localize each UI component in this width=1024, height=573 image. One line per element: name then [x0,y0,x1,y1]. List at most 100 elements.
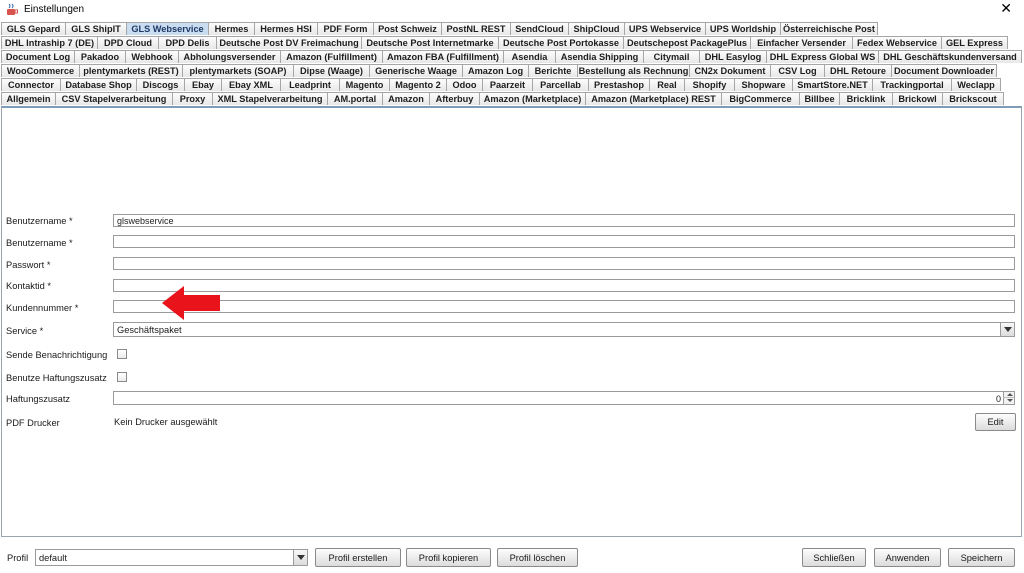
tab-am-portal[interactable]: AM.portal [327,92,383,105]
liability-spinner[interactable]: 0 [113,391,1015,405]
tab-postnl-rest[interactable]: PostNL REST [441,22,511,35]
tab-ebay[interactable]: Ebay [184,78,222,91]
tab-ups-webservice[interactable]: UPS Webservice [624,22,706,35]
tab-shopify[interactable]: Shopify [684,78,735,91]
tab-xml-stapelverarbeitung[interactable]: XML Stapelverarbeitung [212,92,328,105]
tab-hermes[interactable]: Hermes [208,22,255,35]
tab-parcellab[interactable]: Parcellab [532,78,589,91]
tab-dpd-delis[interactable]: DPD Delis [158,36,217,49]
tab-amazon-fulfillment[interactable]: Amazon (Fulfillment) [280,50,383,63]
delete-profile-button[interactable]: Profil löschen [497,548,578,567]
tab-shopware[interactable]: Shopware [734,78,793,91]
tab-woocommerce[interactable]: WooCommerce [1,64,80,77]
tab-amazon-fba[interactable]: Amazon FBA (Fulfillment) [382,50,504,63]
tab-leadprint[interactable]: Leadprint [280,78,340,91]
tab-generische-waage[interactable]: Generische Waage [369,64,463,77]
tab-berichte[interactable]: Berichte [528,64,578,77]
username-input[interactable]: glswebservice [113,214,1015,227]
tab-abholungsversender[interactable]: Abholungsversender [178,50,281,63]
tab-dp-internetmarke[interactable]: Deutsche Post Internetmarke [361,36,499,49]
tab-dpd-cloud[interactable]: DPD Cloud [97,36,159,49]
username2-input[interactable] [113,235,1015,248]
create-profile-button[interactable]: Profil erstellen [315,548,401,567]
copy-profile-button[interactable]: Profil kopieren [406,548,491,567]
tab-dp-packageplus[interactable]: Deutschepost PackagePlus [623,36,751,49]
tab-webhook[interactable]: Webhook [125,50,179,63]
tab-dp-dv-freimachung[interactable]: Deutsche Post DV Freimachung [216,36,362,49]
tab-einfacher-versender[interactable]: Einfacher Versender [750,36,853,49]
tab-amazon[interactable]: Amazon [382,92,430,105]
service-dropdown[interactable]: Geschäftspaket [113,322,1015,337]
spin-down-icon[interactable] [1003,398,1014,404]
tab-document-downloader[interactable]: Document Downloader [891,64,997,77]
tab-post-schweiz[interactable]: Post Schweiz [373,22,442,35]
tab-amazon-log[interactable]: Amazon Log [462,64,529,77]
tab-real[interactable]: Real [649,78,685,91]
tab-database-shop[interactable]: Database Shop [60,78,137,91]
tab-dhl-geschaeftskunden[interactable]: DHL Geschäftskundenversand [878,50,1022,63]
tab-sendcloud[interactable]: SendCloud [510,22,569,35]
tab-pdf-form[interactable]: PDF Form [317,22,374,35]
use-liability-checkbox[interactable] [117,372,127,382]
tab-odoo[interactable]: Odoo [446,78,483,91]
tab-shipcloud[interactable]: ShipCloud [568,22,625,35]
tab-dhl-easylog[interactable]: DHL Easylog [699,50,767,63]
password-input[interactable] [113,257,1015,270]
tab-magento-2[interactable]: Magento 2 [389,78,447,91]
tab-proxy[interactable]: Proxy [172,92,213,105]
send-notification-checkbox[interactable] [117,349,127,359]
tab-gls-webservice[interactable]: GLS Webservice [126,22,209,35]
tab-magento[interactable]: Magento [339,78,390,91]
tab-cn2x-dokument[interactable]: CN2x Dokument [689,64,771,77]
tab-csv-stapelverarbeitung[interactable]: CSV Stapelverarbeitung [55,92,173,105]
tab-ebay-xml[interactable]: Ebay XML [221,78,281,91]
tab-asendia-shipping[interactable]: Asendia Shipping [555,50,644,63]
tab-fedex-webservice[interactable]: Fedex Webservice [852,36,942,49]
tab-dp-portokasse[interactable]: Deutsche Post Portokasse [498,36,624,49]
tab-allgemein[interactable]: Allgemein [1,92,56,105]
tab-bestellung-als-rechnung[interactable]: Bestellung als Rechnung [577,64,690,77]
tab-dhl-intraship[interactable]: DHL Intraship 7 (DE) [1,36,98,49]
tab-plentymarkets-soap[interactable]: plentymarkets (SOAP) [182,64,294,77]
tab-document-log[interactable]: Document Log [1,50,75,63]
tab-connector[interactable]: Connector [1,78,61,91]
tab-dhl-express-global[interactable]: DHL Express Global WS [766,50,879,63]
tab-asendia[interactable]: Asendia [503,50,556,63]
tab-bricklink[interactable]: Bricklink [839,92,893,105]
tab-gel-express[interactable]: GEL Express [941,36,1008,49]
tab-prestashop[interactable]: Prestashop [588,78,650,91]
tab-paarzeit[interactable]: Paarzeit [482,78,533,91]
tab-afterbuy[interactable]: Afterbuy [429,92,480,105]
chevron-down-icon[interactable] [1000,323,1014,336]
tab-hermes-hsi[interactable]: Hermes HSI [254,22,318,35]
edit-printer-button[interactable]: Edit [975,413,1016,431]
tab-brickscout[interactable]: Brickscout [942,92,1004,105]
tab-oesterreichische-post[interactable]: Österreichische Post [780,22,878,35]
tab-citymail[interactable]: Citymail [643,50,700,63]
tab-billbee[interactable]: Billbee [799,92,840,105]
tab-bigcommerce[interactable]: BigCommerce [721,92,800,105]
save-button[interactable]: Speichern [948,548,1015,567]
tab-plentymarkets-rest[interactable]: plentymarkets (REST) [79,64,183,77]
tab-brickowl[interactable]: Brickowl [892,92,943,105]
close-icon[interactable]: ✕ [1000,1,1012,17]
apply-button[interactable]: Anwenden [874,548,941,567]
tab-pakadoo[interactable]: Pakadoo [74,50,126,63]
tab-ups-worldship[interactable]: UPS Worldship [705,22,781,35]
tab-trackingportal[interactable]: Trackingportal [872,78,952,91]
tab-gls-shipit[interactable]: GLS ShipIT [65,22,127,35]
tab-weclapp[interactable]: Weclapp [951,78,1001,91]
tab-csv-log[interactable]: CSV Log [770,64,825,77]
tab-gls-gepard[interactable]: GLS Gepard [1,22,66,35]
tab-amazon-marketplace-rest[interactable]: Amazon (Marketplace) REST [585,92,722,105]
contact-id-input[interactable] [113,279,1015,292]
tab-dhl-retoure[interactable]: DHL Retoure [824,64,892,77]
tab-amazon-marketplace[interactable]: Amazon (Marketplace) [479,92,586,105]
tab-dipse-waage[interactable]: Dipse (Waage) [293,64,370,77]
tab-smartstore[interactable]: SmartStore.NET [792,78,873,91]
chevron-down-icon[interactable] [293,550,307,565]
tab-discogs[interactable]: Discogs [136,78,185,91]
close-button[interactable]: Schließen [802,548,866,567]
customer-number-input[interactable] [113,300,1015,313]
profil-dropdown[interactable]: default [35,549,308,566]
